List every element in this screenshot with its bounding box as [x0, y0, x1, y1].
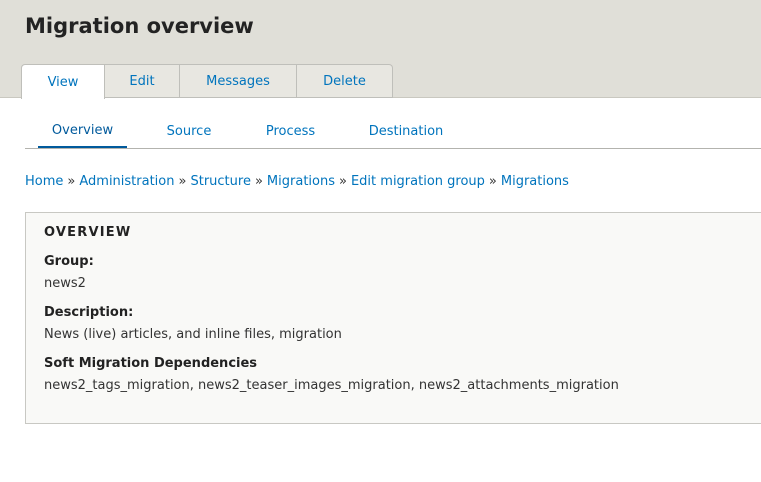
breadcrumb-migrations-current[interactable]: Migrations	[501, 174, 569, 189]
dependencies-value: news2_tags_migration, news2_teaser_image…	[44, 378, 619, 393]
subtab-destination[interactable]: Destination	[351, 114, 461, 148]
breadcrumb-separator: »	[488, 174, 497, 189]
description-value: News (live) articles, and inline files, …	[44, 327, 342, 342]
group-value: news2	[44, 276, 86, 291]
page-title: Migration overview	[25, 14, 254, 38]
subtab-source[interactable]: Source	[147, 114, 231, 148]
tab-view[interactable]: View	[21, 64, 105, 99]
tab-delete[interactable]: Delete	[297, 64, 393, 98]
breadcrumb-separator: »	[254, 174, 263, 189]
subtab-process[interactable]: Process	[249, 114, 332, 148]
page-header: Migration overview View Edit Messages De…	[0, 0, 761, 99]
breadcrumb-edit-migration-group[interactable]: Edit migration group	[351, 174, 485, 189]
breadcrumb-administration[interactable]: Administration	[79, 174, 174, 189]
breadcrumb-migrations[interactable]: Migrations	[267, 174, 335, 189]
primary-tabs: View Edit Messages Delete	[21, 64, 393, 99]
group-label: Group:	[44, 254, 94, 269]
dependencies-label: Soft Migration Dependencies	[44, 356, 258, 371]
description-label: Description:	[44, 305, 134, 320]
breadcrumb-separator: »	[67, 174, 76, 189]
tab-edit[interactable]: Edit	[105, 64, 180, 98]
breadcrumb-home[interactable]: Home	[25, 174, 63, 189]
breadcrumb-separator: »	[339, 174, 347, 189]
subtab-overview[interactable]: Overview	[38, 114, 127, 148]
overview-heading: OVERVIEW	[44, 225, 132, 240]
breadcrumb-structure[interactable]: Structure	[190, 174, 250, 189]
secondary-tabs: Overview Source Process Destination	[25, 114, 761, 149]
breadcrumb-separator: »	[178, 174, 187, 189]
overview-panel: OVERVIEW Group: news2 Description: News …	[25, 212, 761, 424]
breadcrumb: Home» Administration» Structure» Migrations…	[25, 174, 569, 189]
tab-messages[interactable]: Messages	[180, 64, 297, 98]
